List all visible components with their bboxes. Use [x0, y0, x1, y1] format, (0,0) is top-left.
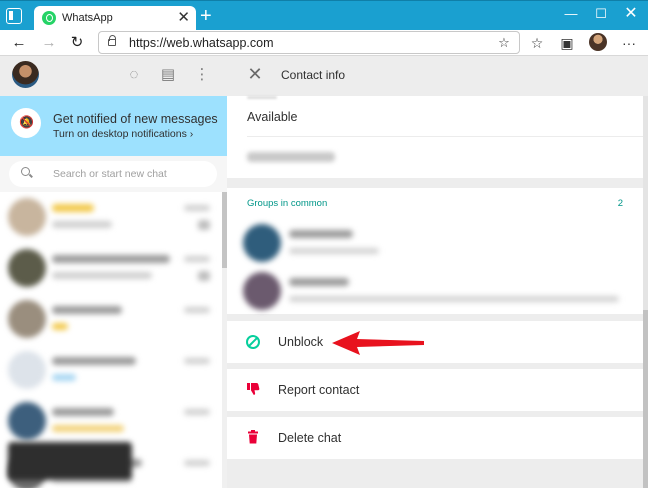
forward-arrow-icon[interactable]: →	[38, 32, 60, 54]
chat-time-blurred	[184, 358, 210, 364]
group-members-blurred	[289, 296, 619, 302]
chat-preview-blurred	[52, 272, 152, 279]
whatsapp-favicon-icon	[42, 11, 56, 25]
trash-icon	[245, 429, 261, 445]
tab-close-icon[interactable]: ✕	[177, 9, 190, 26]
contact-info-header: ✕ Contact info	[227, 56, 648, 96]
report-contact-button[interactable]: Report contact	[227, 369, 643, 411]
chat-list-item[interactable]	[0, 347, 222, 399]
contact-info-panel: ✕ Contact info Available Groups in commo…	[227, 56, 648, 488]
chat-preview-blurred	[52, 425, 124, 432]
chat-list-item[interactable]	[0, 296, 222, 348]
contact-info-scrollbar-thumb[interactable]	[643, 310, 648, 488]
close-icon[interactable]: ✕	[245, 64, 265, 84]
delete-chat-button[interactable]: Delete chat	[227, 417, 643, 459]
chat-badge-blurred	[198, 271, 210, 281]
group-avatar	[243, 224, 281, 262]
address-bar[interactable]: https://web.whatsapp.com ☆	[98, 31, 520, 54]
search-input[interactable]: Search or start new chat	[9, 161, 217, 187]
snackbar-blurred	[8, 442, 132, 480]
chat-time-blurred	[184, 460, 210, 466]
chat-avatar	[8, 300, 46, 338]
chat-preview-blurred	[52, 323, 68, 330]
favorites-icon[interactable]: ☆	[528, 34, 546, 52]
new-tab-button[interactable]: +	[200, 6, 212, 26]
chat-avatar	[8, 198, 46, 236]
contact-info-scrollbar[interactable]	[643, 96, 648, 488]
browser-toolbar: ← → ↻ https://web.whatsapp.com ☆ ☆ ▣ ···	[0, 30, 648, 56]
search-placeholder: Search or start new chat	[53, 168, 167, 180]
chat-preview-blurred	[52, 374, 76, 381]
back-arrow-icon[interactable]: ←	[8, 32, 30, 54]
window-maximize-button[interactable]: ☐	[586, 3, 616, 25]
group-name-blurred	[289, 278, 349, 286]
chat-name-blurred	[52, 204, 94, 212]
phone-number-blurred	[247, 152, 335, 162]
chat-time-blurred	[184, 307, 210, 313]
groups-in-common-label: Groups in common	[247, 198, 328, 209]
delete-chat-label: Delete chat	[278, 431, 342, 445]
block-icon	[246, 335, 260, 349]
status-icon[interactable]: ◌	[125, 66, 143, 84]
unblock-label: Unblock	[278, 335, 324, 349]
browser-titlebar: WhatsApp ✕ + — ☐ ✕	[0, 0, 648, 31]
group-avatar	[243, 272, 281, 310]
chat-badge-blurred	[198, 220, 210, 230]
chat-name-blurred	[52, 255, 170, 263]
groups-in-common-section: Groups in common 2	[227, 188, 643, 314]
menu-icon[interactable]: ⋮	[193, 66, 211, 84]
sidebar-header: ◌ ▤ ⋮	[0, 56, 227, 96]
window-minimize-button[interactable]: —	[556, 3, 586, 25]
annotation-arrow-icon	[332, 331, 424, 355]
browser-tab-whatsapp[interactable]: WhatsApp ✕	[34, 6, 196, 31]
tab-title: WhatsApp	[62, 12, 113, 24]
chat-name-blurred	[52, 408, 114, 416]
url-text[interactable]: https://web.whatsapp.com	[129, 36, 274, 50]
chat-time-blurred	[184, 205, 210, 211]
enable-notifications-link[interactable]: Turn on desktop notifications ›	[53, 128, 193, 140]
chat-avatar	[8, 249, 46, 287]
my-avatar[interactable]	[12, 61, 39, 88]
group-item[interactable]	[227, 218, 643, 268]
add-favorite-icon[interactable]: ☆	[496, 35, 512, 51]
chat-list-item[interactable]	[0, 194, 222, 246]
about-label-blurred	[247, 96, 277, 99]
thumbs-down-icon	[245, 381, 261, 397]
chat-list-item[interactable]	[0, 245, 222, 297]
group-members-blurred	[289, 248, 379, 254]
group-item[interactable]	[227, 266, 643, 316]
contact-info-title: Contact info	[281, 68, 346, 82]
chat-preview-blurred	[52, 221, 112, 228]
lock-icon[interactable]	[108, 35, 116, 46]
chat-avatar	[8, 402, 46, 440]
chat-name-blurred	[52, 306, 122, 314]
reload-icon[interactable]: ↻	[66, 32, 88, 54]
search-icon	[21, 167, 30, 176]
profile-avatar[interactable]	[589, 33, 607, 51]
window-close-button[interactable]: ✕	[616, 3, 646, 25]
chat-time-blurred	[184, 256, 210, 262]
chat-time-blurred	[184, 409, 210, 415]
browser-menu-icon[interactable]: ···	[620, 34, 638, 52]
about-text: Available	[247, 110, 298, 124]
chat-name-blurred	[52, 357, 136, 365]
chat-sidebar: ◌ ▤ ⋮ 🔕 Get notified of new messages Tur…	[0, 56, 227, 488]
unblock-button[interactable]: Unblock	[227, 321, 643, 363]
groups-in-common-count: 2	[617, 198, 623, 209]
new-chat-icon[interactable]: ▤	[159, 66, 177, 84]
bell-icon-circle: 🔕	[11, 108, 41, 138]
tab-actions-icon[interactable]	[6, 8, 22, 24]
notification-banner[interactable]: 🔕 Get notified of new messages Turn on d…	[0, 96, 227, 156]
bell-off-icon: 🔕	[19, 115, 34, 129]
notification-title: Get notified of new messages	[53, 112, 218, 126]
divider	[247, 136, 643, 137]
chat-avatar	[8, 351, 46, 389]
group-name-blurred	[289, 230, 353, 238]
report-contact-label: Report contact	[278, 383, 360, 397]
about-section: Available	[227, 96, 643, 178]
search-bar: Search or start new chat	[0, 156, 227, 192]
contact-info-body: Available Groups in common 2 Unblock Rep…	[227, 96, 643, 488]
collections-icon[interactable]: ▣	[558, 34, 576, 52]
